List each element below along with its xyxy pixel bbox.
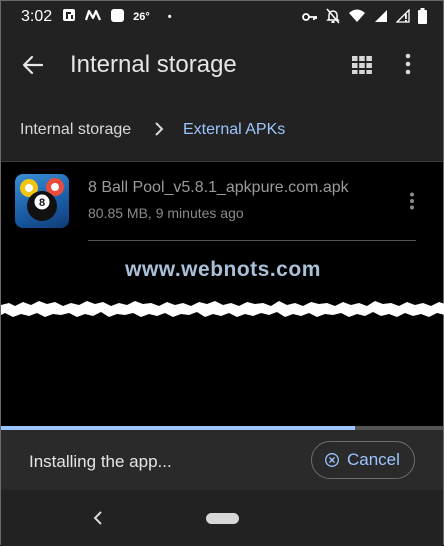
status-time: 3:02 — [21, 8, 53, 25]
cancel-button-label: Cancel — [347, 450, 400, 469]
list-divider — [88, 240, 416, 241]
bell-off-icon — [326, 8, 340, 28]
nav-back-icon[interactable] — [93, 511, 103, 530]
signal-alert-icon — [395, 8, 410, 27]
close-icon — [325, 453, 339, 467]
home-pill-icon[interactable] — [206, 513, 239, 524]
breadcrumb: Internal storage External APKs — [1, 99, 443, 162]
8-ball-pool-app-icon: 8 — [15, 174, 69, 228]
cancel-button[interactable]: Cancel — [311, 441, 415, 479]
arrow-left-icon[interactable] — [21, 53, 45, 82]
page-title: Internal storage — [70, 51, 237, 78]
wifi-icon — [348, 9, 366, 27]
status-bar: 3:02 26° • — [1, 1, 443, 33]
status-temperature: 26° — [133, 11, 150, 23]
fi-logo-icon — [62, 8, 76, 26]
file-list-item[interactable]: 8 8 Ball Pool_v5.8.1_apkpure.com.apk 80.… — [1, 162, 443, 242]
more-vert-icon[interactable] — [405, 53, 411, 80]
battery-icon — [418, 8, 427, 28]
signal-icon — [374, 9, 388, 27]
file-name: 8 Ball Pool_v5.8.1_apkpure.com.apk — [88, 179, 349, 196]
notification-icons: 26° • — [62, 8, 172, 27]
breadcrumb-internal-storage[interactable]: Internal storage — [20, 121, 131, 139]
status-dot: • — [167, 11, 172, 23]
system-status-icons — [302, 8, 427, 28]
torn-edge-divider — [1, 301, 444, 317]
watermark-text: www.webnots.com — [125, 258, 321, 281]
chevron-right-icon — [153, 121, 165, 142]
system-nav-bar — [1, 490, 443, 546]
file-meta: 80.85 MB, 9 minutes ago — [88, 205, 244, 221]
svg-text:8: 8 — [39, 197, 45, 209]
grid-view-icon[interactable] — [351, 55, 373, 80]
m-logo-icon — [84, 8, 102, 26]
square-app-icon — [110, 8, 125, 27]
key-icon — [302, 10, 318, 27]
install-snackbar: Installing the app... Cancel — [1, 430, 443, 490]
breadcrumb-external-apks[interactable]: External APKs — [183, 121, 285, 139]
install-status-text: Installing the app... — [29, 452, 172, 471]
more-vert-icon[interactable] — [409, 192, 415, 215]
app-toolbar: Internal storage — [1, 33, 443, 99]
